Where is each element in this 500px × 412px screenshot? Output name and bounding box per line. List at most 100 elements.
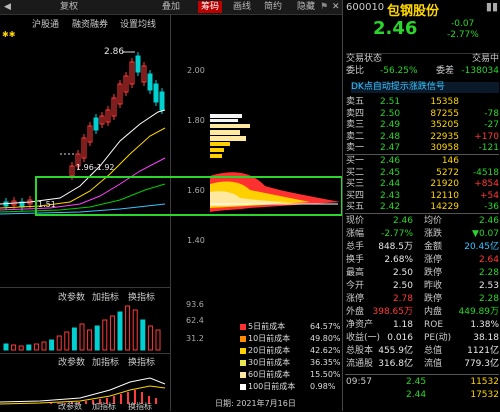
book-change: -27 <box>484 120 499 131</box>
stat-value: 2.28 <box>478 268 499 278</box>
legend-value: 42.62% <box>310 346 341 355</box>
legend-swatch <box>240 359 246 366</box>
volume-bar <box>140 319 146 351</box>
volume-bar <box>26 344 32 351</box>
book-price: 2.43 <box>380 190 401 201</box>
book-volume: 21920 <box>430 179 459 190</box>
chips-tab[interactable]: 筹码 <box>198 1 223 13</box>
stat-value: 1.38% <box>470 320 499 330</box>
book-volume: 30958 <box>430 143 459 154</box>
overlay-button[interactable]: 叠加 <box>162 1 180 13</box>
stat-value: 2.68% <box>384 255 413 265</box>
book-row[interactable]: 买二 2.45 5272 -4518 <box>346 168 499 179</box>
dk-signal[interactable]: DK点自动提示涨跌信号 <box>351 82 499 93</box>
book-row[interactable]: 买五 2.42 14229 -36 <box>346 202 499 213</box>
book-row[interactable]: 卖五 2.51 15358 <box>346 97 499 108</box>
menu-icon[interactable]: ▮▮ <box>486 0 498 13</box>
stat-label: 内盘 <box>424 307 443 317</box>
legend-swatch <box>240 383 246 390</box>
chips-legend-item: 60日前成本 15.50% <box>240 369 341 380</box>
book-row[interactable]: 卖三 2.49 35205 -27 <box>346 120 499 131</box>
book-change: +854 <box>474 179 499 190</box>
book-change: -36 <box>484 202 499 213</box>
vol-axis-label: 31.2 <box>186 334 204 343</box>
stat-label: 流值 <box>424 359 443 369</box>
book-row[interactable]: 买四 2.43 12110 +54 <box>346 191 499 202</box>
stat-row: 最高 2.50 跌停 2.28 <box>346 268 499 279</box>
vol-axis-label: 62.4 <box>186 316 204 325</box>
volume-bar <box>56 335 62 351</box>
legend-value: 49.80% <box>310 334 341 343</box>
highlight-box <box>35 176 343 216</box>
macd-header: 改参数 加指标 换指标 <box>0 354 170 368</box>
back-icon[interactable]: ◀ <box>4 1 11 13</box>
book-row[interactable]: 卖四 2.50 87255 -78 <box>346 109 499 120</box>
volume-bar <box>117 311 123 351</box>
legend-value: 64.57% <box>310 322 341 331</box>
volume-bar <box>71 327 77 351</box>
switch-indicator-button[interactable]: 换指标 <box>128 401 152 412</box>
divider <box>345 154 499 155</box>
chips-legend-item: 10日前成本 49.80% <box>240 333 341 344</box>
stat-value: 1.18 <box>392 320 413 330</box>
stat-label: 流通股 <box>346 359 374 369</box>
book-label: 买四 <box>346 190 365 201</box>
edit-params-button[interactable]: 改参数 <box>58 401 82 412</box>
draw-line-button[interactable]: 画线 <box>233 1 251 13</box>
book-change: -78 <box>484 108 499 119</box>
chips-legend-item: 100日前成本 0.98% <box>240 381 335 392</box>
book-price: 2.48 <box>380 131 401 142</box>
volume-bar <box>11 344 17 351</box>
stat-label: 净资产 <box>346 320 374 330</box>
axis-label: 1.40 <box>187 236 205 245</box>
stat-value: 38.18 <box>473 333 499 343</box>
hide-button[interactable]: 隐藏 <box>297 1 315 13</box>
stat-value: 2.50 <box>392 281 413 291</box>
book-row[interactable]: 买一 2.46 146 <box>346 156 499 167</box>
stat-label: 跌停 <box>424 294 443 304</box>
book-label: 买五 <box>346 202 365 213</box>
book-change: -121 <box>478 143 499 154</box>
flag-icon[interactable]: ⚑ <box>320 1 328 13</box>
stat-row: 现价 2.46 均价 2.46 <box>346 216 499 227</box>
price-change: -0.07 <box>451 19 475 29</box>
chips-legend-item: 5日前成本 64.57% <box>240 321 341 332</box>
book-volume: 14229 <box>430 202 459 213</box>
reinstate-button[interactable]: 复权 <box>60 1 78 13</box>
book-label: 买三 <box>346 179 365 190</box>
add-indicator-button[interactable]: 加指标 <box>92 401 116 412</box>
stat-value: 848.5万 <box>378 242 413 252</box>
volume-bar <box>64 331 70 351</box>
stat-label: 总手 <box>346 242 365 252</box>
divider <box>345 213 499 214</box>
book-price: 2.45 <box>380 167 401 178</box>
stat-row: 流通股 316.8亿 流值 779.3亿 <box>346 359 499 370</box>
stat-row: 总股本 455.9亿 总值 1121亿 <box>346 346 499 357</box>
book-price: 2.51 <box>380 97 401 107</box>
stat-label: ROE <box>424 320 444 330</box>
stat-label: 换手 <box>346 255 365 265</box>
stat-value: 0.016 <box>387 333 413 343</box>
book-row[interactable]: 买三 2.44 21920 +854 <box>346 179 499 190</box>
stat-label: 均价 <box>424 216 443 226</box>
volume-bar <box>155 329 161 351</box>
stat-row: 净资产 1.18 ROE 1.38% <box>346 320 499 331</box>
close-icon[interactable]: ✕ <box>332 1 340 13</box>
volume-bar <box>102 319 108 351</box>
volume-bar <box>41 341 47 351</box>
brief-button[interactable]: 简约 <box>264 1 282 13</box>
stat-label: 总股本 <box>346 346 374 356</box>
quote-panel: 600010 包钢股份 ▮▮ 2.46 -0.07 -2.77% 交易状态 交易… <box>342 0 500 411</box>
stat-row: 涨幅 -2.77% 涨跌 ▼0.07 <box>346 229 499 240</box>
volume-chart[interactable] <box>0 302 170 352</box>
current-price: 2.46 <box>373 18 418 39</box>
stat-label: 涨停 <box>424 255 443 265</box>
book-row[interactable]: 卖一 2.47 30958 -121 <box>346 143 499 154</box>
book-row[interactable]: 卖二 2.48 22935 +170 <box>346 132 499 143</box>
stat-value: 449.89万 <box>458 307 500 317</box>
stat-label: 最高 <box>346 268 365 278</box>
stat-label: 涨幅 <box>346 229 365 239</box>
legend-swatch <box>240 323 246 330</box>
tick-price: 2.45 <box>406 377 427 387</box>
stat-value: ▼0.07 <box>472 229 499 239</box>
